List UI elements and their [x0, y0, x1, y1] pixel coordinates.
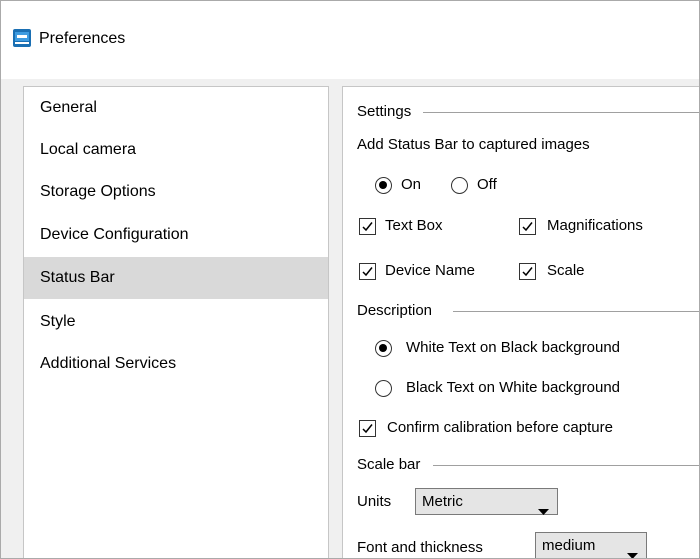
chevron-down-icon — [627, 543, 638, 558]
app-icon — [13, 29, 31, 47]
status-bar-off-label: Off — [477, 176, 497, 193]
confirm-calibration-label: Confirm calibration before capture — [387, 419, 613, 436]
description-group-divider — [453, 311, 699, 312]
description-group-title: Description — [357, 301, 441, 321]
status-bar-settings-panel: Settings Add Status Bar to captured imag… — [342, 86, 699, 558]
preferences-window: Preferences General Local camera Storage… — [0, 0, 700, 559]
settings-group-title: Settings — [357, 102, 420, 122]
status-bar-off-radio[interactable] — [451, 177, 468, 194]
nav-item-status-bar[interactable]: Status Bar — [24, 257, 328, 299]
status-bar-on-radio[interactable] — [375, 177, 392, 194]
font-thickness-label: Font and thickness — [357, 539, 483, 556]
nav-item-device-configuration[interactable]: Device Configuration — [24, 214, 328, 256]
magnifications-label: Magnifications — [547, 217, 643, 234]
chevron-down-icon — [538, 499, 549, 524]
preferences-nav: General Local camera Storage Options Dev… — [23, 86, 329, 558]
scale-label: Scale — [547, 262, 585, 279]
settings-group-divider — [423, 112, 699, 113]
nav-item-local-camera[interactable]: Local camera — [24, 129, 328, 171]
black-text-label: Black Text on White background — [406, 379, 621, 396]
magnifications-checkbox[interactable] — [519, 218, 536, 235]
black-text-radio[interactable] — [375, 380, 392, 397]
add-status-bar-label: Add Status Bar to captured images — [357, 136, 590, 153]
scale-bar-group-title: Scale bar — [357, 455, 429, 475]
scale-bar-group-divider — [433, 465, 699, 466]
nav-item-style[interactable]: Style — [24, 301, 328, 343]
units-label: Units — [357, 493, 392, 510]
font-thickness-selected-value: medium — [542, 537, 596, 554]
units-dropdown[interactable]: Metric — [415, 488, 558, 515]
white-text-label: White Text on Black background — [406, 339, 621, 356]
status-bar-on-label: On — [401, 176, 422, 193]
window-title: Preferences — [39, 30, 126, 47]
device-name-checkbox[interactable] — [359, 263, 376, 280]
units-selected-value: Metric — [422, 493, 463, 510]
title-bar: Preferences — [1, 1, 699, 79]
confirm-calibration-checkbox[interactable] — [359, 420, 376, 437]
device-name-label: Device Name — [385, 262, 476, 279]
nav-item-general[interactable]: General — [24, 87, 328, 129]
nav-item-additional-services[interactable]: Additional Services — [24, 343, 328, 385]
nav-item-storage-options[interactable]: Storage Options — [24, 171, 328, 213]
font-thickness-dropdown[interactable]: medium — [535, 532, 647, 558]
text-box-label: Text Box — [385, 217, 443, 234]
text-box-checkbox[interactable] — [359, 218, 376, 235]
scale-checkbox[interactable] — [519, 263, 536, 280]
white-text-radio[interactable] — [375, 340, 392, 357]
